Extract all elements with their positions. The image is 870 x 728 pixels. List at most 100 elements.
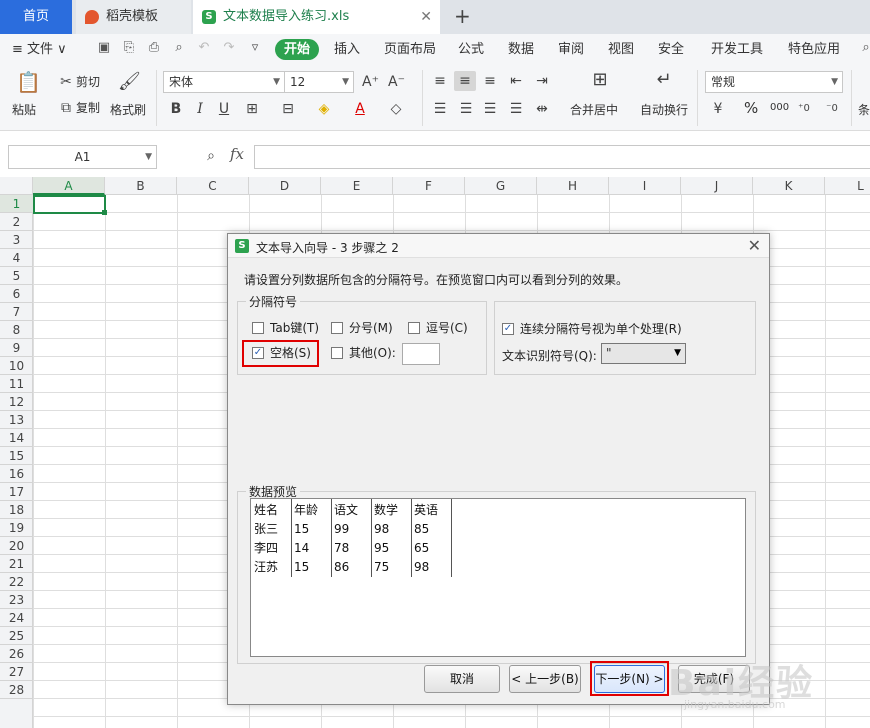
paste-icon[interactable]: 📋 xyxy=(16,72,41,96)
cut-button[interactable]: 剪切 xyxy=(76,74,100,90)
export-icon[interactable]: ⎘ xyxy=(121,40,137,56)
menu-review[interactable]: 审阅 xyxy=(558,40,584,60)
percent-button[interactable]: % xyxy=(744,100,758,116)
formula-input[interactable] xyxy=(254,145,870,169)
zoom-icon[interactable]: ⌕ xyxy=(203,148,219,164)
increase-font-icon[interactable]: A⁺ xyxy=(362,74,379,90)
row-header[interactable]: 22 xyxy=(0,573,33,591)
print-preview-icon[interactable]: ⌕ xyxy=(171,40,187,56)
align-center-icon[interactable]: ☰ xyxy=(458,101,474,117)
row-header[interactable]: 16 xyxy=(0,465,33,483)
other-delimiter-input[interactable] xyxy=(402,343,440,365)
distributed-icon[interactable]: ⇹ xyxy=(534,101,550,117)
row-header[interactable]: 10 xyxy=(0,357,33,375)
row-header[interactable]: 8 xyxy=(0,321,33,339)
format-painter-icon[interactable]: 🖌 xyxy=(118,73,141,96)
column-header[interactable]: J xyxy=(681,177,753,195)
thousands-button[interactable]: 000 xyxy=(770,100,789,116)
currency-icon[interactable]: ¥ xyxy=(710,101,726,117)
row-header[interactable]: 17 xyxy=(0,483,33,501)
back-button[interactable]: < 上一步(B) xyxy=(509,665,581,693)
menu-formulas[interactable]: 公式 xyxy=(458,40,484,60)
column-header[interactable]: F xyxy=(393,177,465,195)
tab-close-icon[interactable]: ✕ xyxy=(420,0,432,34)
row-header[interactable]: 25 xyxy=(0,627,33,645)
column-header[interactable]: E xyxy=(321,177,393,195)
text-qualifier-select[interactable]: " ▼ xyxy=(601,343,686,364)
tab-home[interactable]: 首页 xyxy=(0,0,72,34)
font-name-select[interactable]: 宋体 ▼ xyxy=(163,71,285,93)
row-header[interactable]: 15 xyxy=(0,447,33,465)
paste-button[interactable]: 粘贴 xyxy=(12,102,36,118)
tab-document[interactable]: S 文本数据导入练习.xls ✕ xyxy=(193,0,440,34)
menu-special[interactable]: 特色应用 xyxy=(788,40,840,60)
format-painter-button[interactable]: 格式刷 xyxy=(110,102,146,118)
row-header[interactable]: 23 xyxy=(0,591,33,609)
menu-developer[interactable]: 开发工具 xyxy=(711,40,763,60)
print-icon[interactable]: ⎙ xyxy=(146,40,162,56)
row-header[interactable]: 26 xyxy=(0,645,33,663)
wrap-text-button[interactable]: 自动换行 xyxy=(640,102,688,118)
column-header[interactable]: I xyxy=(609,177,681,195)
menu-insert[interactable]: 插入 xyxy=(334,40,360,60)
cell-style-icon[interactable]: ⊟ xyxy=(280,101,296,117)
decrease-font-icon[interactable]: A⁻ xyxy=(388,74,405,90)
next-button[interactable]: 下一步(N) > xyxy=(594,665,665,693)
clear-icon[interactable]: ◇ xyxy=(388,101,404,117)
row-header[interactable]: 21 xyxy=(0,555,33,573)
customize-icon[interactable]: ▿ xyxy=(247,40,263,56)
row-header[interactable]: 9 xyxy=(0,339,33,357)
row-header[interactable]: 13 xyxy=(0,411,33,429)
name-box[interactable]: A1 ▼ xyxy=(8,145,157,169)
merge-center-button[interactable]: 合并居中 xyxy=(570,102,618,118)
bold-icon[interactable]: B xyxy=(168,101,184,117)
align-middle-icon[interactable]: ≡ xyxy=(454,71,476,91)
row-header[interactable]: 3 xyxy=(0,231,33,249)
row-header[interactable]: 12 xyxy=(0,393,33,411)
row-header[interactable]: 6 xyxy=(0,285,33,303)
redo-icon[interactable]: ↷ xyxy=(221,40,237,56)
row-header[interactable]: 18 xyxy=(0,501,33,519)
column-header[interactable]: A xyxy=(33,177,105,195)
column-header[interactable]: G xyxy=(465,177,537,195)
row-header[interactable]: 11 xyxy=(0,375,33,393)
menu-view[interactable]: 视图 xyxy=(608,40,634,60)
cancel-button[interactable]: 取消 xyxy=(424,665,500,693)
row-header[interactable]: 27 xyxy=(0,663,33,681)
align-top-icon[interactable]: ≡ xyxy=(432,73,448,89)
font-size-select[interactable]: 12 ▼ xyxy=(284,71,354,93)
row-header[interactable]: 24 xyxy=(0,609,33,627)
column-header[interactable]: K xyxy=(753,177,825,195)
copy-icon[interactable]: ⧉ xyxy=(58,100,74,116)
row-header[interactable]: 2 xyxy=(0,213,33,231)
column-header[interactable]: L xyxy=(825,177,870,195)
copy-button[interactable]: 复制 xyxy=(76,100,100,116)
undo-icon[interactable]: ↶ xyxy=(196,40,212,56)
justify-icon[interactable]: ☰ xyxy=(508,101,524,117)
column-header[interactable]: H xyxy=(537,177,609,195)
align-bottom-icon[interactable]: ≡ xyxy=(482,73,498,89)
close-icon[interactable]: ✕ xyxy=(748,236,761,255)
row-header[interactable]: 20 xyxy=(0,537,33,555)
row-header[interactable]: 7 xyxy=(0,303,33,321)
save-icon[interactable]: ▣ xyxy=(96,40,112,56)
tab-daoke-templates[interactable]: 稻壳模板 xyxy=(76,0,191,34)
row-header[interactable]: 28 xyxy=(0,681,33,699)
column-header[interactable]: D xyxy=(249,177,321,195)
dialog-titlebar[interactable]: S 文本导入向导 - 3 步骤之 2 ✕ xyxy=(228,234,769,258)
fill-color-icon[interactable]: ◈ xyxy=(316,101,332,117)
select-all-corner[interactable] xyxy=(0,177,33,195)
cut-icon[interactable]: ✂ xyxy=(58,74,74,90)
wrap-text-icon[interactable]: ↵ xyxy=(652,71,676,94)
column-header[interactable]: C xyxy=(177,177,249,195)
border-icon[interactable]: ⊞ xyxy=(244,101,260,117)
search-icon[interactable]: ⌕ xyxy=(858,40,870,56)
data-preview[interactable]: 姓名 年龄 语文 数学 英语 张三 15 99 98 85 李四 14 78 95 65 汪苏 15 86 75 98 xyxy=(250,498,746,657)
font-color-icon[interactable]: A xyxy=(352,101,368,117)
fx-icon[interactable]: fx xyxy=(229,146,245,162)
menu-file[interactable]: ≡ 文件 ∨ xyxy=(12,40,67,60)
decrease-decimal-icon[interactable]: ⁻0 xyxy=(824,101,840,117)
menu-security[interactable]: 安全 xyxy=(658,40,684,60)
merge-icon[interactable]: ⊞ xyxy=(588,71,612,94)
new-tab-button[interactable]: + xyxy=(454,0,471,34)
